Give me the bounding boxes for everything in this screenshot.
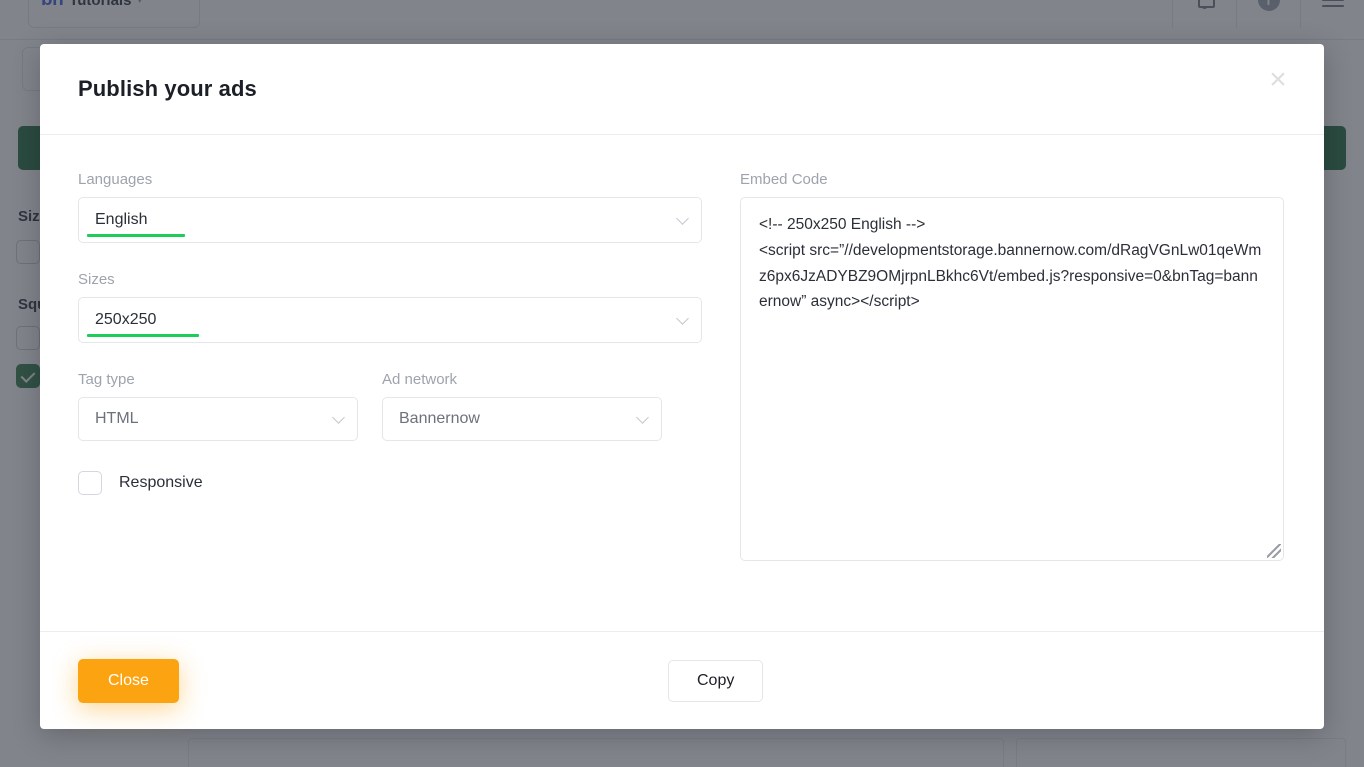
page-title: Publish your ads bbox=[78, 76, 257, 101]
ad-network-select[interactable]: Bannernow bbox=[382, 397, 662, 441]
responsive-label: Responsive bbox=[119, 474, 203, 491]
chevron-down-icon bbox=[636, 411, 649, 424]
ad-network-label: Ad network bbox=[382, 371, 458, 388]
tag-type-value: HTML bbox=[95, 410, 139, 427]
ad-network-field: Ad network Bannernow bbox=[382, 371, 662, 441]
close-icon[interactable]: × bbox=[1256, 58, 1300, 102]
form-column: Languages English Sizes 250x250 Tag type bbox=[78, 171, 702, 631]
sizes-label: Sizes bbox=[78, 271, 115, 288]
tag-and-network-row: Tag type HTML Ad network Bannernow bbox=[78, 371, 702, 441]
languages-value: English bbox=[95, 211, 148, 228]
modal-body: Languages English Sizes 250x250 Tag type bbox=[40, 135, 1324, 631]
chevron-down-icon bbox=[676, 212, 689, 225]
publish-ads-modal: Publish your ads × Languages English Siz… bbox=[40, 44, 1324, 729]
responsive-row: Responsive bbox=[78, 471, 702, 495]
ad-network-value: Bannernow bbox=[399, 410, 480, 427]
modal-footer: Close Copy bbox=[40, 631, 1324, 729]
embed-code-value: <!-- 250x250 English --> <script src=”//… bbox=[759, 216, 1262, 311]
embed-column: Embed Code <!-- 250x250 English --> <scr… bbox=[740, 171, 1284, 631]
modal-header: Publish your ads × bbox=[40, 44, 1324, 135]
sizes-value: 250x250 bbox=[95, 311, 157, 328]
sizes-select[interactable]: 250x250 bbox=[78, 297, 702, 343]
chevron-down-icon bbox=[332, 411, 345, 424]
embed-code-label: Embed Code bbox=[740, 171, 828, 188]
tag-type-field: Tag type HTML bbox=[78, 371, 358, 441]
tag-type-label: Tag type bbox=[78, 371, 135, 388]
close-button[interactable]: Close bbox=[78, 658, 179, 703]
languages-underline bbox=[87, 234, 185, 237]
chevron-down-icon bbox=[676, 312, 689, 325]
languages-select[interactable]: English bbox=[78, 197, 702, 243]
app-root: bn Tutorials ▾ Banners Library Schedules… bbox=[0, 0, 1364, 767]
copy-button[interactable]: Copy bbox=[668, 659, 764, 702]
resize-handle[interactable] bbox=[1267, 544, 1281, 558]
languages-label: Languages bbox=[78, 171, 153, 188]
embed-code-textarea[interactable]: <!-- 250x250 English --> <script src=”//… bbox=[740, 197, 1284, 561]
responsive-checkbox[interactable] bbox=[78, 471, 102, 495]
sizes-underline bbox=[87, 334, 199, 337]
tag-type-select[interactable]: HTML bbox=[78, 397, 358, 441]
